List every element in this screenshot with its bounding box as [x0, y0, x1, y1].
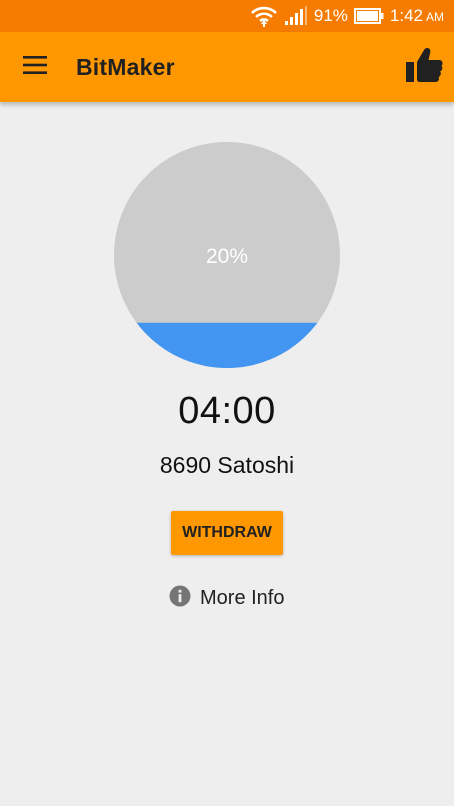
thumbs-up-icon — [405, 47, 443, 88]
app-bar: BitMaker — [0, 32, 454, 102]
balance-amount: 8690 Satoshi — [159, 452, 295, 478]
status-indicators: 91% 1:42 AM — [250, 0, 444, 32]
menu-button[interactable] — [14, 50, 56, 84]
battery-icon — [353, 8, 384, 24]
clock-ampm: AM — [426, 10, 444, 24]
like-button[interactable] — [402, 46, 446, 88]
withdraw-button[interactable]: WITHDRAW — [171, 511, 283, 555]
progress-circle: 20% — [114, 142, 340, 368]
info-icon — [169, 585, 191, 612]
battery-percent: 91% — [313, 6, 348, 25]
clock-time: 1:42 — [389, 6, 423, 25]
progress-label: 20% — [206, 245, 248, 268]
status-bar: 91% 1:42 AM — [0, 0, 454, 32]
app-title: BitMaker — [76, 54, 175, 80]
more-info-link[interactable]: More Info — [169, 585, 284, 611]
wifi-icon — [250, 4, 278, 28]
more-info-label: More Info — [200, 586, 285, 609]
menu-icon — [23, 55, 47, 79]
countdown-timer: 04:00 — [178, 390, 276, 432]
status-time: 1:42 AM — [390, 6, 444, 26]
signal-icon — [284, 6, 308, 26]
progress-fill — [114, 322, 340, 368]
